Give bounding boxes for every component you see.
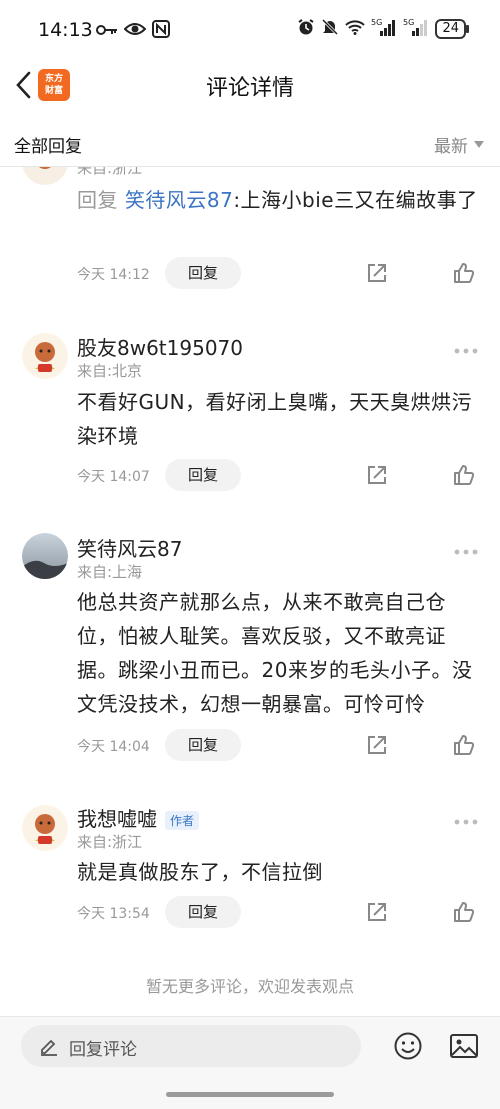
- more-icon[interactable]: [454, 810, 478, 825]
- comment-item: 来自:浙江 回复 笑待风云87:上海小bie三又在编故事了 今天 14:12 回…: [0, 167, 500, 317]
- username[interactable]: 我想嘘嘘: [77, 807, 157, 831]
- sort-dropdown[interactable]: 最新: [434, 132, 484, 157]
- avatar[interactable]: [22, 167, 68, 185]
- reply-text: :上海小bie三又在编故事了: [233, 188, 478, 212]
- share-icon[interactable]: [365, 900, 389, 924]
- thumbs-up-icon[interactable]: [452, 261, 476, 285]
- signal-5g-icon: 5G: [371, 18, 397, 39]
- no-more-comments-note: 暂无更多评论，欢迎发表观点: [145, 977, 354, 996]
- comment-item: 我想嘘嘘 作者 来自:浙江 就是真做股东了，不信拉倒 今天 13:54 回复: [0, 797, 500, 947]
- comment-list: 来自:浙江 回复 笑待风云87:上海小bie三又在编故事了 今天 14:12 回…: [0, 167, 500, 1015]
- comment-text: 回复 笑待风云87:上海小bie三又在编故事了: [77, 183, 481, 217]
- caret-down-icon: [474, 141, 484, 148]
- home-indicator[interactable]: [166, 1092, 334, 1097]
- reply-comment-input[interactable]: 回复评论: [21, 1025, 361, 1067]
- wifi-icon: [345, 19, 366, 38]
- comment-actions: 今天 14:12 回复: [77, 257, 477, 291]
- comment-actions: 今天 13:54 回复: [77, 896, 477, 930]
- reply-prefix: 回复: [77, 188, 125, 212]
- image-icon[interactable]: [449, 1031, 479, 1061]
- avatar[interactable]: [22, 333, 68, 379]
- filter-bar: 全部回复 最新: [0, 118, 500, 167]
- location: 来自:北京: [77, 362, 143, 380]
- reply-button[interactable]: 回复: [165, 459, 241, 491]
- username-row: 我想嘘嘘 作者: [77, 803, 200, 832]
- mute-icon: [321, 18, 339, 39]
- thumbs-up-icon[interactable]: [452, 900, 476, 924]
- eye-icon: [123, 21, 147, 41]
- status-time: 14:13: [38, 19, 93, 41]
- pencil-icon: [39, 1036, 59, 1056]
- avatar[interactable]: [22, 533, 68, 579]
- signal-5g-icon: 5G: [403, 18, 429, 39]
- status-bar: 14:13 5G 5G 24: [0, 0, 500, 62]
- comment-item: 股友8w6t195070 来自:北京 不看好GUN，看好闭上臭嘴，天天臭烘烘污染…: [0, 327, 500, 517]
- timestamp: 今天 14:12: [77, 267, 150, 283]
- nfc-icon: [152, 20, 170, 42]
- svg-text:5G: 5G: [371, 18, 382, 27]
- comment-item: 笑待风云87 来自:上海 他总共资产就那么点，从来不敢亮自己仓位，怕被人耻笑。喜…: [0, 527, 500, 787]
- timestamp: 今天 14:07: [77, 469, 150, 485]
- reply-button[interactable]: 回复: [165, 896, 241, 928]
- emoji-icon[interactable]: [393, 1031, 423, 1061]
- author-badge: 作者: [165, 811, 200, 830]
- location: 来自:浙江: [77, 833, 143, 851]
- timestamp: 今天 14:04: [77, 739, 150, 755]
- svg-text:5G: 5G: [403, 18, 414, 27]
- comment-actions: 今天 14:04 回复: [77, 729, 477, 763]
- comment-text: 不看好GUN，看好闭上臭嘴，天天臭烘烘污染环境: [77, 390, 473, 448]
- comment-text: 他总共资产就那么点，从来不敢亮自己仓位，怕被人耻笑。喜欢反驳，又不敢亮证据。跳梁…: [77, 590, 473, 716]
- sort-label: 最新: [434, 137, 468, 157]
- comment-text: 就是真做股东了，不信拉倒: [77, 860, 323, 884]
- username[interactable]: 股友8w6t195070: [77, 332, 243, 361]
- thumbs-up-icon[interactable]: [452, 733, 476, 757]
- more-icon[interactable]: [454, 339, 478, 354]
- location: 来自:上海: [77, 563, 143, 581]
- key-icon: [96, 22, 118, 41]
- page-title: 评论详情: [205, 76, 294, 101]
- reply-button[interactable]: 回复: [165, 729, 241, 761]
- alarm-icon: [297, 18, 315, 39]
- reply-target-link[interactable]: 笑待风云87: [125, 188, 233, 212]
- location: 来自:浙江: [77, 167, 143, 177]
- timestamp: 今天 13:54: [77, 906, 150, 922]
- reply-input-placeholder: 回复评论: [69, 1040, 137, 1060]
- thumbs-up-icon[interactable]: [452, 463, 476, 487]
- share-icon[interactable]: [365, 733, 389, 757]
- username[interactable]: 笑待风云87: [77, 533, 182, 562]
- more-icon[interactable]: [454, 540, 478, 555]
- bottom-bar: 回复评论: [0, 1016, 500, 1109]
- nav-bar: 东方 财富 评论详情: [0, 62, 500, 108]
- avatar[interactable]: [22, 805, 68, 851]
- reply-button[interactable]: 回复: [165, 257, 241, 289]
- battery-indicator: 24: [435, 18, 469, 39]
- share-icon[interactable]: [365, 463, 389, 487]
- share-icon[interactable]: [365, 261, 389, 285]
- comment-actions: 今天 14:07 回复: [77, 459, 477, 493]
- all-replies-label: 全部回复: [14, 137, 82, 157]
